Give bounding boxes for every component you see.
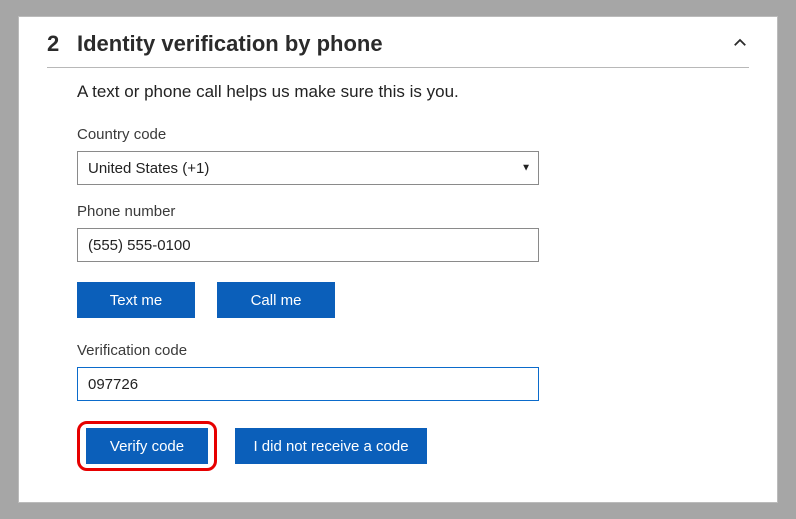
verify-code-button[interactable]: Verify code [86, 428, 208, 464]
verification-panel: 2 Identity verification by phone A text … [18, 16, 778, 503]
country-code-value[interactable] [77, 151, 539, 185]
section-content: A text or phone call helps us make sure … [77, 82, 749, 471]
verification-code-input[interactable] [77, 367, 539, 401]
section-subtitle: A text or phone call helps us make sure … [77, 82, 749, 102]
country-code-select[interactable]: ▼ [77, 151, 539, 185]
no-code-button[interactable]: I did not receive a code [235, 428, 427, 464]
verification-code-label: Verification code [77, 342, 749, 359]
section-title: Identity verification by phone [77, 31, 731, 57]
phone-number-label: Phone number [77, 203, 749, 220]
section-header[interactable]: 2 Identity verification by phone [47, 31, 749, 68]
verify-row: Verify code I did not receive a code [77, 421, 749, 471]
call-me-button[interactable]: Call me [217, 282, 335, 318]
text-me-button[interactable]: Text me [77, 282, 195, 318]
send-code-row: Text me Call me [77, 282, 749, 318]
chevron-up-icon[interactable] [731, 34, 749, 55]
highlight-annotation: Verify code [77, 421, 217, 471]
phone-number-input[interactable] [77, 228, 539, 262]
country-code-label: Country code [77, 126, 749, 143]
step-number: 2 [47, 31, 71, 57]
